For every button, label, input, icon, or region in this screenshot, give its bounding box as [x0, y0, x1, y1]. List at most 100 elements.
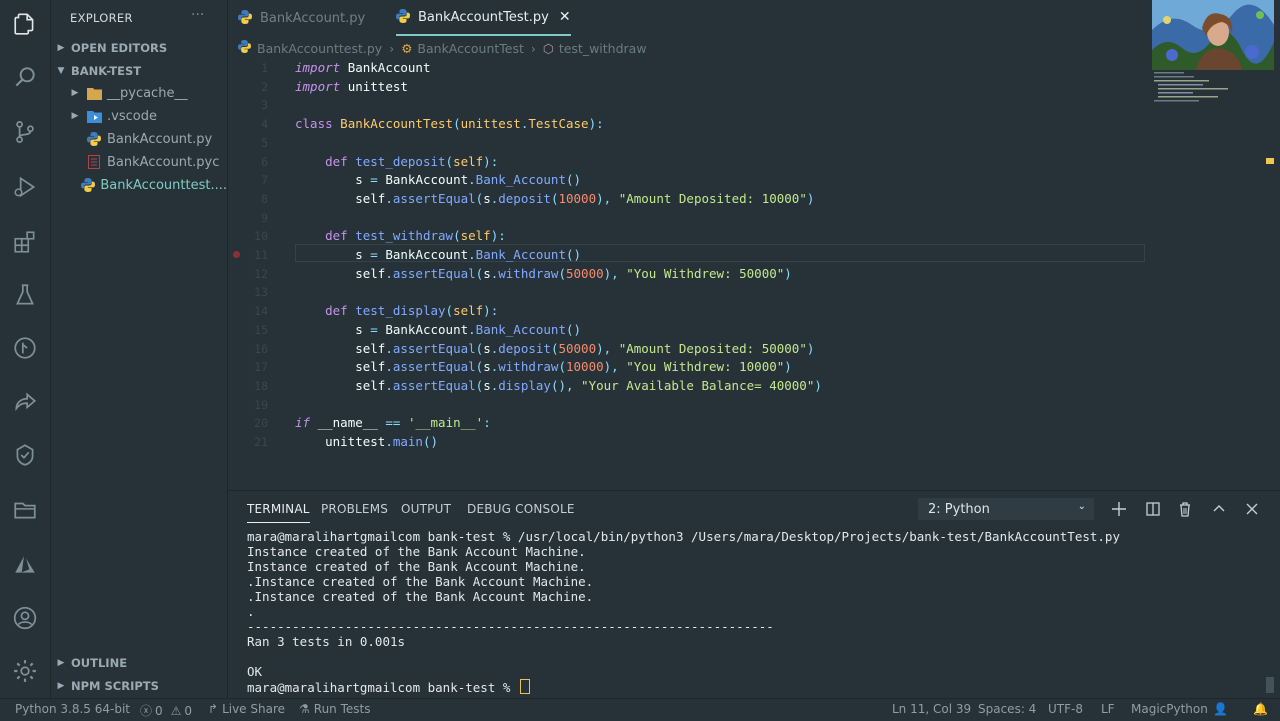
run-debug-icon[interactable]	[10, 172, 40, 202]
account-icon[interactable]	[10, 603, 40, 633]
code-line[interactable]: 9	[228, 209, 1228, 228]
breadcrumb-method[interactable]: test_withdraw	[559, 41, 647, 56]
code-editor[interactable]: 1 import BankAccount 2 import unittest 3 4 cla…	[228, 58, 1280, 488]
tab-terminal[interactable]: TERMINAL	[247, 502, 310, 523]
python-file-icon	[81, 177, 96, 193]
maximize-panel-icon[interactable]	[1209, 499, 1229, 519]
azure-icon[interactable]	[10, 550, 40, 580]
line-number: 1	[261, 61, 268, 75]
code-line[interactable]: 6 def test_deposit(self):	[228, 153, 1228, 172]
trash-icon[interactable]	[1175, 499, 1195, 519]
line-number: 2	[261, 79, 268, 94]
tree-item-bankaccounttest-py[interactable]: BankAccounttest....	[51, 174, 227, 196]
code-line[interactable]: 10 def test_withdraw(self):	[228, 227, 1228, 246]
extensions-icon[interactable]	[10, 227, 40, 257]
tab-label: BankAccountTest.py	[418, 9, 549, 25]
tree-item-vscode[interactable]: ▶ .vscode	[51, 105, 227, 127]
live-share-status[interactable]: ↱ Live Share	[208, 702, 285, 716]
terminal-select-value: 2: Python	[928, 501, 990, 517]
tab-debug-console[interactable]: DEBUG CONSOLE	[467, 502, 575, 516]
language-mode[interactable]: MagicPython	[1131, 702, 1208, 716]
tree-item-bankaccount-py[interactable]: BankAccount.py	[51, 128, 227, 150]
python-file-icon	[238, 40, 251, 56]
tab-bankaccount-py[interactable]: BankAccount.py	[238, 0, 365, 36]
code-line[interactable]: 7 s = BankAccount.Bank_Account()	[228, 171, 1228, 190]
settings-gear-icon[interactable]	[10, 656, 40, 686]
python-interpreter[interactable]: Python 3.8.5 64-bit	[15, 702, 130, 716]
chevron-right-icon: ▶	[57, 681, 65, 691]
line-number: 10	[254, 229, 268, 244]
code-line[interactable]: 1 import BankAccount	[228, 59, 1228, 78]
problems-status[interactable]: ⓧ 0 ⚠ 0	[140, 702, 192, 719]
live-share-person-icon[interactable]: 👤	[1213, 702, 1228, 716]
npm-scripts-section[interactable]: ▶ NPM SCRIPTS	[51, 676, 227, 696]
checklist-icon[interactable]	[10, 440, 40, 470]
more-actions-icon[interactable]: ···	[191, 7, 204, 23]
source-control-icon[interactable]	[10, 117, 40, 147]
tab-problems[interactable]: PROBLEMS	[321, 502, 388, 516]
run-tests-status[interactable]: ⚗ Run Tests	[299, 702, 370, 716]
code-line[interactable]: 20 if __name__ == '__main__':	[228, 414, 1228, 433]
code-line[interactable]: 19	[228, 396, 1228, 415]
minimap[interactable]	[1152, 70, 1274, 105]
code-line[interactable]: 12 self.assertEqual(s.withdraw(50000), "…	[228, 265, 1228, 284]
code-line[interactable]: 17 self.assertEqual(s.withdraw(10000), "…	[228, 358, 1228, 377]
code-line[interactable]: 21 unittest.main()	[228, 433, 1228, 452]
code-line[interactable]: 2 import unittest	[228, 78, 1228, 97]
code-line[interactable]: 18 self.assertEqual(s.display(), "Your A…	[228, 377, 1228, 396]
notifications-bell-icon[interactable]: 🔔	[1253, 702, 1268, 716]
line-number: 20	[254, 416, 268, 431]
testing-flask-icon[interactable]	[10, 280, 40, 310]
new-terminal-icon[interactable]	[1109, 499, 1129, 519]
chevron-down-icon: ▼	[57, 66, 65, 76]
encoding[interactable]: UTF-8	[1048, 702, 1083, 716]
code-line[interactable]: 13	[228, 283, 1228, 302]
python-file-icon	[396, 9, 412, 25]
terminal-scrollbar[interactable]	[1266, 677, 1274, 693]
flask-icon: ⚗	[299, 702, 310, 716]
project-section[interactable]: ▼ BANK-TEST	[51, 61, 227, 81]
code-line[interactable]: 14 def test_display(self):	[228, 302, 1228, 321]
code-line[interactable]: 11 s = BankAccount.Bank_Account()	[228, 246, 1228, 265]
breadcrumb-file[interactable]: BankAccounttest.py	[257, 41, 382, 56]
explorer-icon[interactable]	[10, 9, 40, 39]
outline-section[interactable]: ▶ OUTLINE	[51, 653, 227, 673]
terminal-line: Instance created of the Bank Account Mac…	[247, 559, 586, 574]
tree-item-label: .vscode	[107, 108, 157, 124]
terminal-prompt[interactable]: mara@maralihartgmailcom bank-test %	[247, 679, 530, 695]
close-panel-icon[interactable]	[1242, 499, 1262, 519]
tab-output[interactable]: OUTPUT	[401, 502, 451, 516]
code-text: import unittest	[295, 78, 408, 94]
chevron-right-icon: ›	[389, 40, 395, 56]
code-text: def test_withdraw(self):	[325, 228, 506, 244]
code-line[interactable]: 3	[228, 96, 1228, 115]
split-terminal-icon[interactable]	[1143, 499, 1163, 519]
tree-item-bankaccount-pyc[interactable]: BankAccount.pyc	[51, 151, 227, 173]
prompt-text: mara@maralihartgmailcom bank-test %	[247, 680, 518, 695]
code-line[interactable]: 16 self.assertEqual(s.deposit(50000), "A…	[228, 340, 1228, 359]
error-count: 0	[155, 703, 163, 718]
terminal-line: Ran 3 tests in 0.001s	[247, 634, 406, 649]
breadcrumb-class[interactable]: BankAccountTest	[417, 41, 523, 56]
line-number: 19	[254, 397, 268, 412]
live-share-icon[interactable]	[10, 387, 40, 417]
line-number: 15	[254, 322, 268, 337]
git-graph-icon[interactable]	[10, 333, 40, 363]
code-line[interactable]: 8 self.assertEqual(s.deposit(10000), "Am…	[228, 190, 1228, 209]
terminal-select[interactable]: 2: Python ⌄	[918, 498, 1094, 520]
cursor-position[interactable]: Ln 11, Col 39	[892, 702, 971, 716]
tree-item-pycache[interactable]: ▶ __pycache__	[51, 82, 227, 104]
code-line[interactable]: 5	[228, 134, 1228, 153]
folder-icon[interactable]	[10, 495, 40, 525]
line-number: 6	[261, 154, 268, 169]
code-line[interactable]: 4 class BankAccountTest(unittest.TestCase…	[228, 115, 1228, 134]
indentation[interactable]: Spaces: 4	[978, 702, 1036, 716]
open-editors-section[interactable]: ▶ OPEN EDITORS	[51, 38, 227, 58]
close-tab-icon[interactable]: ✕	[559, 9, 571, 25]
overview-ruler-marker	[1266, 158, 1274, 164]
line-ending[interactable]: LF	[1101, 702, 1115, 716]
run-tests-label: Run Tests	[313, 702, 371, 716]
code-line[interactable]: 15 s = BankAccount.Bank_Account()	[228, 321, 1228, 340]
search-icon[interactable]	[10, 62, 40, 92]
tab-bankaccounttest-py[interactable]: BankAccountTest.py ✕	[396, 0, 571, 36]
